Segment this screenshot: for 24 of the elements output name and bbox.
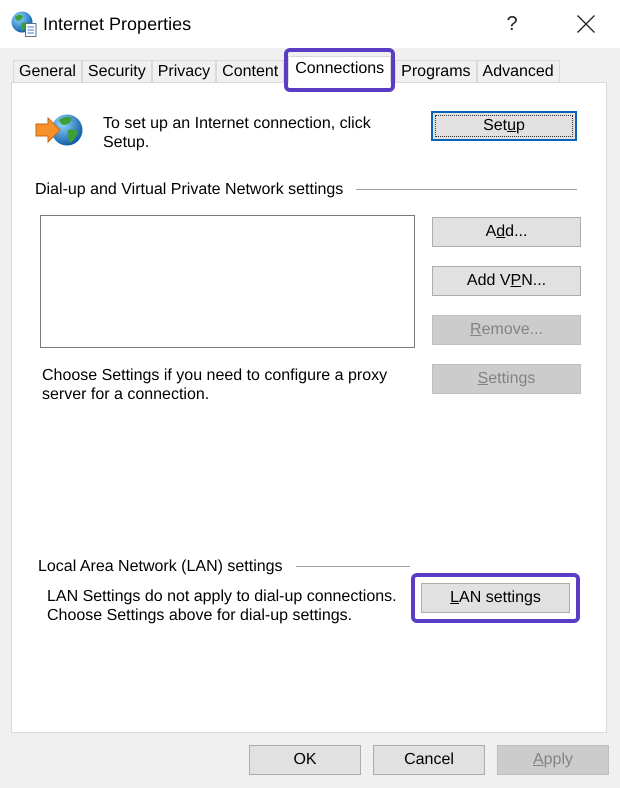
connection-list[interactable] — [40, 215, 415, 348]
section-heading: Local Area Network (LAN) settings — [38, 557, 283, 576]
section-heading: Dial-up and Virtual Private Network settings — [35, 180, 344, 199]
setup-instruction: To set up an Internet connection, click Setup. — [103, 114, 372, 152]
tab[interactable]: Privacy — [152, 60, 216, 82]
tab[interactable]: Security — [82, 60, 152, 82]
window-title: Internet Properties — [43, 13, 192, 35]
add-vpn-button[interactable]: Add VPN... — [432, 266, 581, 296]
tab[interactable]: Programs — [395, 60, 477, 82]
help-button[interactable]: ? — [492, 7, 532, 41]
tab[interactable]: Content — [216, 60, 284, 82]
setup-button[interactable]: Setup — [431, 111, 577, 141]
lan-settings-button[interactable]: LAN settings — [421, 583, 570, 613]
tab[interactable]: Advanced — [476, 60, 560, 82]
cancel-button[interactable]: Cancel — [373, 745, 485, 775]
tab[interactable]: General — [13, 60, 82, 82]
close-icon — [577, 15, 595, 33]
lan-hint: LAN Settings do not apply to dial-up connections. Choose Settings above for dial-up settings. — [46, 587, 398, 625]
globe-arrow-icon — [35, 113, 83, 147]
proxy-hint: Choose Settings if you need to configure a proxy server for a connection. — [42, 366, 388, 404]
ok-button[interactable]: OK — [249, 745, 361, 775]
add-button[interactable]: Add... — [432, 217, 581, 247]
tab[interactable]: Connections — [288, 56, 392, 83]
globe-document-icon — [11, 11, 37, 37]
